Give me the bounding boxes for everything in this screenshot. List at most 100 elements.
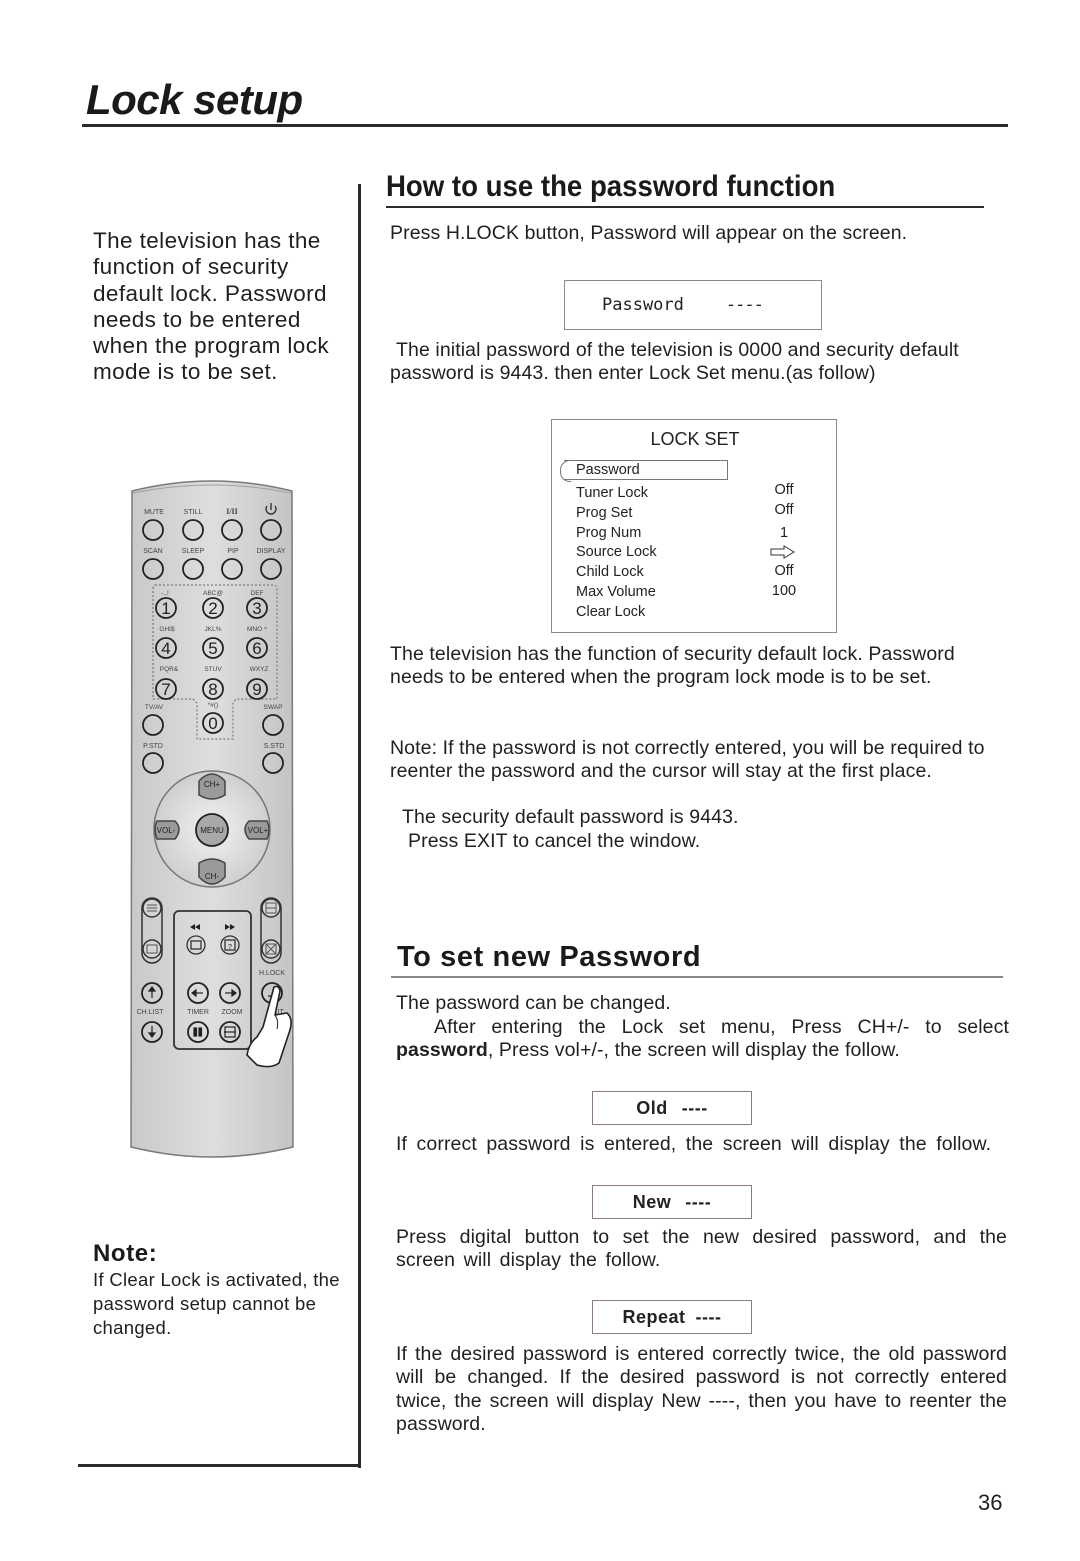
svg-text:TIMER: TIMER — [187, 1009, 209, 1016]
section-heading-password-function: How to use the password function — [386, 170, 836, 203]
svg-text:JKL%: JKL% — [205, 626, 222, 633]
lock-set-item-label: Password — [576, 462, 640, 478]
lock-set-item-value: 1 — [779, 525, 789, 541]
svg-text:SWAP: SWAP — [264, 704, 283, 711]
lock-set-item-max-volume[interactable]: Max Volume 100 — [576, 583, 826, 604]
svg-text:ZOOM: ZOOM — [222, 1009, 243, 1016]
lock-set-item-label: Child Lock — [576, 564, 644, 580]
lock-menu-instruction-rest: , Press vol+/-, the screen will display … — [487, 1039, 900, 1061]
lock-set-item-label: Max Volume — [576, 584, 656, 600]
svg-text:SLEEP: SLEEP — [182, 548, 205, 555]
password-prompt-box: Password ---- — [564, 280, 822, 330]
left-column-bottom-rule — [78, 1464, 361, 1467]
svg-text:*#(): *#() — [208, 702, 218, 709]
lock-set-item-label: Tuner Lock — [576, 485, 648, 501]
lock-menu-instruction-cont: password, Press vol+/-, the screen will … — [396, 1039, 1006, 1062]
lock-set-item-password[interactable]: Password — [576, 462, 826, 482]
svg-text:SCAN: SCAN — [143, 548, 162, 555]
note-text: If Clear Lock is activated, the password… — [93, 1269, 340, 1338]
svg-text:-.,!: -.,! — [161, 590, 169, 597]
page-title: Lock setup — [86, 76, 303, 123]
lock-set-item-label: Clear Lock — [576, 604, 646, 620]
intro-text: The television has the function of secur… — [93, 228, 330, 385]
svg-text:WXYZ: WXYZ — [250, 666, 269, 673]
svg-text:VOL-: VOL- — [157, 826, 176, 835]
svg-text:1: 1 — [161, 599, 170, 618]
new-password-label: New — [632, 1191, 672, 1212]
default-password-text: The security default password is 9443. — [402, 806, 739, 828]
repeat-password-value: ---- — [695, 1306, 722, 1327]
remote-label-still: STILL — [184, 509, 203, 516]
svg-text:DISPLAY: DISPLAY — [256, 548, 285, 555]
password-prompt-label: Password — [602, 295, 684, 315]
lock-set-title: LOCK SET — [650, 429, 740, 449]
svg-text:3: 3 — [252, 599, 261, 618]
arrow-right-icon — [770, 545, 795, 563]
remote-label-h-lock: H.LOCK — [259, 970, 285, 977]
repeat-password-label: Repeat — [622, 1306, 686, 1327]
remote-label-mute: MUTE — [144, 509, 164, 516]
svg-text:?: ? — [228, 944, 232, 951]
digital-button-text: Press digital button to set the new desi… — [396, 1226, 1007, 1272]
initial-password-text: The initial password of the television i… — [390, 339, 959, 385]
svg-text:CH+: CH+ — [204, 780, 221, 789]
svg-text:8: 8 — [208, 680, 217, 699]
page-number: 36 — [978, 1490, 1003, 1515]
svg-text:S.STD: S.STD — [264, 743, 285, 750]
remote-control-illustration: MUTE STILL I/II SCAN SLEEP PIP DISPLAY -… — [129, 477, 295, 1161]
note-title: Note: — [93, 1240, 158, 1267]
lock-set-item-label: Prog Set — [576, 505, 633, 521]
lock-set-item-clear-lock[interactable]: Clear Lock — [576, 604, 826, 624]
old-password-box: Old ---- — [592, 1091, 752, 1125]
svg-text:DEF: DEF — [251, 590, 264, 597]
lock-set-item-value: Off — [774, 563, 794, 579]
instruction-press-hlock: Press H.LOCK button, Password will appea… — [390, 222, 908, 244]
lock-menu-instruction: After entering the Lock set menu, Press … — [434, 1016, 1009, 1038]
svg-text:4: 4 — [161, 639, 170, 658]
lock-set-item-value: 100 — [771, 583, 797, 599]
section-heading-rule — [386, 206, 984, 208]
repeat-password-box: Repeat ---- — [592, 1300, 752, 1334]
section-heading-rule — [391, 976, 1003, 978]
svg-text:9: 9 — [252, 680, 261, 699]
svg-text:GHI$: GHI$ — [159, 626, 175, 633]
password-prompt-value: ---- — [725, 295, 764, 315]
lock-set-item-label: Source Lock — [576, 544, 657, 560]
svg-text:CH-: CH- — [205, 872, 220, 881]
column-divider — [358, 184, 361, 1468]
old-password-label: Old — [636, 1097, 668, 1118]
svg-text:0: 0 — [208, 714, 217, 733]
svg-text:PIP: PIP — [227, 548, 239, 555]
lock-set-item-source-lock[interactable]: Source Lock — [576, 544, 826, 564]
security-lock-text: The television has the function of secur… — [390, 643, 955, 689]
lock-set-item-value: Off — [774, 502, 794, 518]
remote-label-i-ii: I/II — [226, 507, 238, 516]
password-keyword: password — [396, 1039, 488, 1061]
lock-set-item-value: Off — [774, 482, 794, 498]
new-password-value: ---- — [685, 1191, 712, 1212]
new-password-box: New ---- — [592, 1185, 752, 1219]
correct-password-text: If correct password is entered, the scre… — [396, 1133, 992, 1155]
svg-text:ABC@: ABC@ — [203, 590, 223, 597]
lock-set-menu: LOCK SET Password Tuner Lock Off Prog Se… — [551, 419, 837, 633]
svg-text:6: 6 — [252, 639, 261, 658]
svg-text:5: 5 — [208, 639, 217, 658]
svg-text:TV/AV: TV/AV — [145, 704, 164, 711]
svg-text:PQR&: PQR& — [160, 666, 179, 673]
incorrect-password-note: Note: If the password is not correctly e… — [390, 737, 985, 783]
svg-text:7: 7 — [161, 680, 170, 699]
lock-set-item-prog-set[interactable]: Prog Set Off — [576, 502, 826, 525]
lock-set-item-prog-num[interactable]: Prog Num 1 — [576, 525, 826, 545]
section-heading-new-password: To set new Password — [397, 941, 702, 973]
svg-text:MNO ^: MNO ^ — [247, 626, 268, 633]
svg-text:2: 2 — [208, 599, 217, 618]
svg-text:P.STD: P.STD — [143, 743, 163, 750]
svg-text:STUV: STUV — [204, 666, 222, 673]
exit-instruction-text: Press EXIT to cancel the window. — [408, 830, 701, 852]
lock-set-item-label: Prog Num — [576, 525, 642, 541]
lock-set-item-child-lock[interactable]: Child Lock Off — [576, 563, 826, 584]
password-change-intro: The password can be changed. — [396, 992, 671, 1014]
svg-text:CH.LIST: CH.LIST — [137, 1009, 165, 1016]
password-change-result-text: If the desired password is entered corre… — [396, 1343, 1007, 1435]
title-rule — [82, 124, 1008, 127]
